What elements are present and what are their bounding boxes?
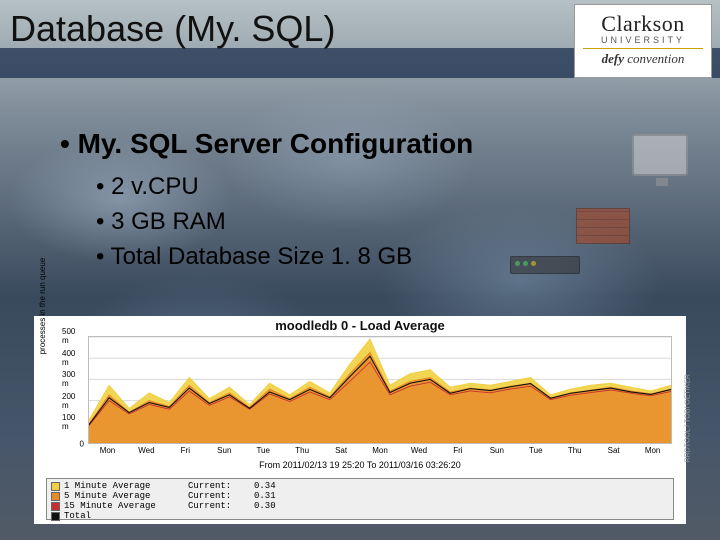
legend-row: 1 Minute AverageCurrent:0.34	[51, 481, 669, 491]
chart-svg	[89, 337, 671, 443]
slide-root: Database (My. SQL) Clarkson UNIVERSITY d…	[0, 0, 720, 540]
chart-ylabel: processes in the run queue	[38, 246, 47, 366]
logo-divider	[583, 48, 703, 49]
logo-tagline-bold: defy	[602, 51, 624, 66]
firewall-icon	[576, 208, 630, 244]
slide-title: Database (My. SQL)	[10, 8, 335, 50]
chart-subtitle: From 2011/02/13 19 25:20 To 2011/03/16 0…	[34, 460, 686, 470]
chart-xticks: MonWedFriSunTueThuSatMonWedFriSunTueThuS…	[88, 446, 672, 455]
chart-credit: RRDTOOL / TOBI OETIKER	[684, 374, 691, 462]
chart-plot	[88, 336, 672, 444]
legend-row: Total	[51, 511, 669, 521]
university-logo: Clarkson UNIVERSITY defy convention	[574, 4, 712, 78]
logo-name: Clarkson	[575, 11, 711, 37]
chart-yticks: 0100 m200 m300 m400 m500 m	[62, 336, 86, 444]
legend-row: 15 Minute AverageCurrent:0.30	[51, 501, 669, 511]
monitor-icon	[632, 134, 688, 176]
legend-row: 5 Minute AverageCurrent:0.31	[51, 491, 669, 501]
chart-panel: moodledb 0 - Load Average processes in t…	[34, 316, 686, 524]
device-graphic	[510, 130, 690, 290]
chart-title: moodledb 0 - Load Average	[34, 316, 686, 333]
chart-legend: 1 Minute AverageCurrent:0.345 Minute Ave…	[46, 478, 674, 520]
logo-tagline: defy convention	[575, 51, 711, 67]
server-icon	[510, 256, 580, 274]
logo-subtitle: UNIVERSITY	[575, 35, 711, 45]
logo-tagline-rest: convention	[624, 51, 684, 66]
